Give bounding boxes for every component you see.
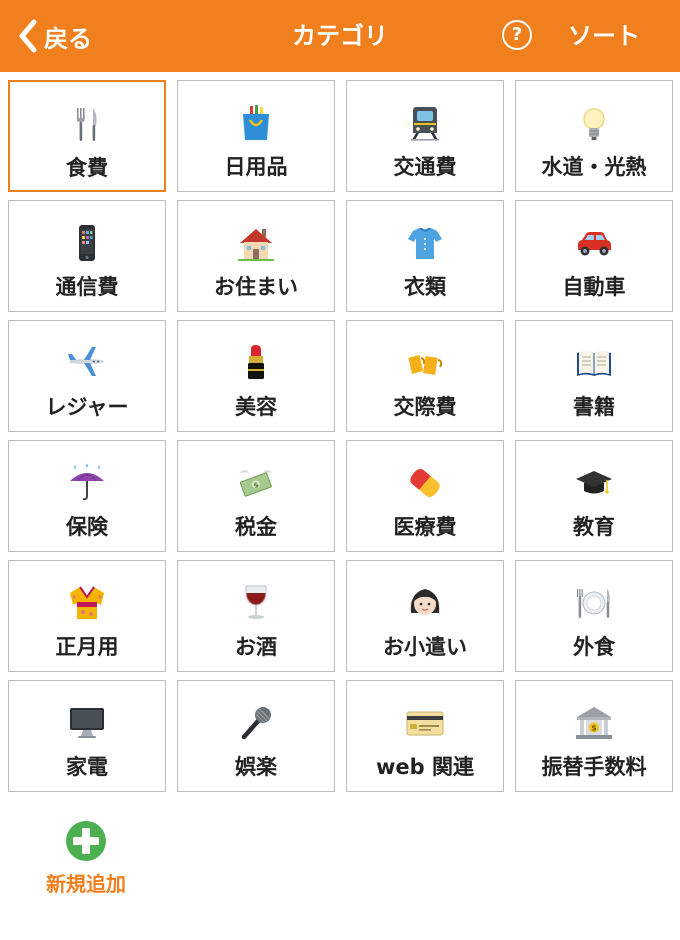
- category-label: 正月用: [55, 635, 119, 659]
- category-tile[interactable]: レジャー: [8, 320, 166, 432]
- airplane-icon: [67, 343, 107, 383]
- category-label: 交通費: [393, 155, 457, 179]
- category-label: 美容: [235, 395, 277, 419]
- category-label: 教育: [573, 515, 615, 539]
- category-tile[interactable]: 家電: [8, 680, 166, 792]
- category-label: 医療費: [393, 515, 457, 539]
- category-tile[interactable]: お酒: [177, 560, 335, 672]
- wine-glass-icon: [236, 583, 276, 623]
- category-label: 交際費: [393, 395, 457, 419]
- kimono-icon: [67, 583, 107, 623]
- category-tile[interactable]: お住まい: [177, 200, 335, 312]
- category-tile[interactable]: web 関連: [346, 680, 504, 792]
- back-button-label: 戻る: [44, 24, 92, 53]
- category-tile[interactable]: 医療費: [346, 440, 504, 552]
- chevron-left-icon: [18, 19, 38, 53]
- car-icon: [574, 223, 614, 263]
- category-tile[interactable]: 衣類: [346, 200, 504, 312]
- umbrella-rain-icon: [67, 463, 107, 503]
- add-new-label: 新規追加: [46, 872, 126, 896]
- bank-icon: $: [574, 703, 614, 743]
- shirt-icon: [405, 223, 445, 263]
- category-label: 保険: [66, 515, 108, 539]
- mobile-phone-icon: [67, 223, 107, 263]
- shopping-bag-icon: [236, 103, 276, 143]
- help-button[interactable]: ?: [502, 20, 532, 50]
- category-label: レジャー: [45, 395, 129, 419]
- category-tile[interactable]: 保険: [8, 440, 166, 552]
- pill-icon: [405, 463, 445, 503]
- category-label: お酒: [235, 635, 277, 659]
- train-icon: [405, 103, 445, 143]
- category-tile[interactable]: 教育: [515, 440, 673, 552]
- category-label: 外食: [573, 635, 615, 659]
- category-tile[interactable]: 美容: [177, 320, 335, 432]
- category-tile[interactable]: お小遣い: [346, 560, 504, 672]
- category-tile[interactable]: 水道・光熱: [515, 80, 673, 192]
- desktop-computer-icon: [67, 703, 107, 743]
- fork-knife-icon: [67, 104, 107, 144]
- graduation-cap-icon: [574, 463, 614, 503]
- plate-cutlery-icon: [574, 583, 614, 623]
- category-label: 自動車: [562, 275, 626, 299]
- category-label: web 関連: [376, 755, 474, 779]
- girl-icon: [405, 583, 445, 623]
- open-book-icon: [574, 343, 614, 383]
- category-tile[interactable]: 食費: [8, 80, 166, 192]
- category-label: 水道・光熱: [541, 155, 647, 179]
- category-tile[interactable]: 娯楽: [177, 680, 335, 792]
- category-tile[interactable]: $ 振替手数料: [515, 680, 673, 792]
- category-label: お小遣い: [383, 635, 467, 659]
- category-tile[interactable]: 交際費: [346, 320, 504, 432]
- category-tile[interactable]: 正月用: [8, 560, 166, 672]
- category-tile[interactable]: 通信費: [8, 200, 166, 312]
- svg-text:$: $: [591, 724, 597, 733]
- category-grid: 食費 日用品 交通費 水道・光熱通信費 お住まい 衣類 自動車レジャー 美容 交際費 書籍保険 $ 税…: [8, 80, 673, 792]
- category-tile[interactable]: 日用品: [177, 80, 335, 192]
- beer-mugs-icon: [405, 343, 445, 383]
- category-tile[interactable]: 外食: [515, 560, 673, 672]
- category-tile[interactable]: 自動車: [515, 200, 673, 312]
- category-label: 税金: [235, 515, 277, 539]
- category-label: 日用品: [224, 155, 288, 179]
- category-tile[interactable]: 書籍: [515, 320, 673, 432]
- category-label: 振替手数料: [541, 755, 647, 779]
- light-bulb-icon: [574, 103, 614, 143]
- category-label: 通信費: [55, 275, 119, 299]
- category-label: 食費: [66, 156, 108, 180]
- plus-circle-icon: [65, 820, 107, 862]
- category-label: 衣類: [404, 275, 446, 299]
- money-wings-icon: $: [236, 463, 276, 503]
- category-tile[interactable]: $ 税金: [177, 440, 335, 552]
- category-label: 娯楽: [235, 755, 277, 779]
- credit-card-icon: [405, 703, 445, 743]
- category-label: 書籍: [573, 395, 615, 419]
- lipstick-icon: [236, 343, 276, 383]
- navigation-bar: 戻る カテゴリ ? ソート: [0, 0, 680, 72]
- back-button[interactable]: 戻る: [18, 0, 92, 72]
- sort-button[interactable]: ソート: [568, 0, 640, 72]
- microphone-icon: [236, 703, 276, 743]
- category-label: お住まい: [214, 275, 298, 299]
- category-tile[interactable]: 交通費: [346, 80, 504, 192]
- add-new-button[interactable]: 新規追加: [30, 820, 142, 897]
- house-icon: [236, 223, 276, 263]
- category-label: 家電: [66, 755, 108, 779]
